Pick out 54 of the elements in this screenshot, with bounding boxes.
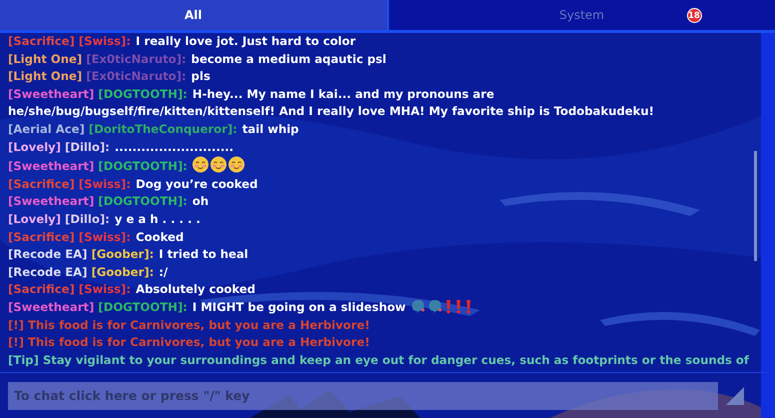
chat-message: ........................... [114, 140, 234, 154]
speaker-tag: [Sacrifice] [8, 34, 75, 48]
speaker-tag: [Lovely] [8, 212, 61, 226]
speaker-name: [DOGTOOTH]: [98, 159, 188, 174]
speaker-tag: [Recode EA] [8, 247, 88, 262]
speaker-name: [Goober]: [91, 247, 154, 262]
chat-message: become a medium aqautic psl [191, 52, 386, 66]
speaker-name: [DoritoTheConqueror]: [88, 122, 238, 136]
speaker-name: [Swiss]: [78, 34, 131, 48]
chat-message: he/she/bug/bugself/fire/kitten/kittenself! And I really love MHA! My favorite ship is Todobakudeku! [8, 103, 655, 120]
chat-message: :/ [158, 264, 168, 279]
speaker-name: [Ex0ticNaruto]: [86, 69, 186, 84]
speaker-tag: [Light One] [8, 52, 82, 66]
speaker-tag: [Recode EA] [8, 264, 88, 279]
chat-message: oh [192, 194, 209, 208]
speaker-name: [Swiss]: [78, 282, 131, 296]
chat-message: Cooked [136, 230, 184, 244]
speaker-tag: [Sweetheart] [8, 194, 94, 208]
chat-message: pls [191, 69, 210, 84]
chat-message: Dog you’re cooked [136, 176, 258, 191]
system-message: [!] This food is for Carnivores, but you are a Herbivore! [8, 318, 370, 332]
chat-message: I MIGHT be going on a slideshow [192, 300, 406, 314]
chat-input-field[interactable]: To chat click here or press "/" key [8, 382, 718, 410]
speaker-name: [DOGTOOTH]: [98, 86, 188, 101]
speaker-tag: [Sacrifice] [8, 230, 75, 244]
scrollbar[interactable] [754, 151, 757, 261]
tab[interactable]: All [0, 0, 388, 30]
system-message: [!] This food is for Carnivores, but you are a Herbivore! [8, 335, 370, 350]
chat-message: y e a h . . . . . [114, 212, 200, 226]
chat-message: I tried to heal [158, 247, 248, 262]
speaker-tag: [Light One] [8, 69, 82, 84]
speaker-tag: [Sweetheart] [8, 300, 94, 314]
speaker-name: [Ex0ticNaruto]: [86, 52, 186, 66]
chat-message: I really love jot. Just hard to color [136, 34, 356, 48]
speaker-name: [DOGTOOTH]: [98, 300, 188, 314]
tab[interactable]: System 18 [388, 0, 775, 30]
speaker-name: [Dillo]: [64, 212, 110, 226]
tip-message: [Tip] Stay vigilant to your surroundings and keep an eye out for danger cues, such as footprints or the sounds of [8, 352, 749, 367]
chat-message: Absolutely cooked [136, 282, 256, 296]
speaker-tag: [Lovely] [8, 140, 61, 154]
speaker-tag: [Sacrifice] [8, 282, 75, 296]
resize-handle-icon[interactable] [724, 384, 746, 406]
speaker-name: [DOGTOOTH]: [98, 194, 188, 208]
speaker-name: [Dillo]: [64, 140, 110, 154]
speaker-name: [Swiss]: [78, 176, 131, 191]
speaker-name: [Swiss]: [78, 230, 131, 244]
speaker-tag: [Sweetheart] [8, 159, 94, 174]
chat-message: H-hey... My name I kai... and my pronouns are [192, 86, 494, 101]
speaker-tag: [Aerial Ace] [8, 122, 85, 136]
speaker-tag: [Sweetheart] [8, 86, 94, 101]
speaker-name: [Goober]: [91, 264, 154, 279]
speaker-tag: [Sacrifice] [8, 176, 75, 191]
notification-badge: 18 [686, 8, 702, 23]
chat-message: tail whip [242, 122, 299, 136]
